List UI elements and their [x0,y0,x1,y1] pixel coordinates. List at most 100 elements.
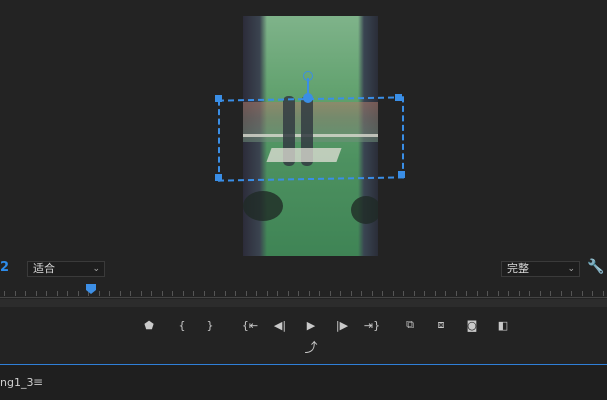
ruler-tick [141,291,142,296]
play-icon: ▶ [306,318,316,332]
ruler-tick [193,291,194,296]
ruler-tick [592,291,593,296]
transform-handle-top-left[interactable] [215,95,222,102]
playhead-timecode[interactable]: 2 [0,260,9,275]
ruler-tick [309,291,310,296]
ruler-tick [466,291,467,296]
ruler-tick [214,291,215,296]
ruler-tick [172,291,173,296]
ruler-tick [529,291,530,296]
mark-out-icon: } [206,318,214,332]
ruler-tick [267,291,268,296]
ruler-tick [435,291,436,296]
ruler-baseline [0,297,607,298]
playback-resolution-dropdown[interactable]: 完整 ⌄ [501,261,580,277]
ruler-tick [235,291,236,296]
ruler-tick [57,291,58,296]
ruler-tick [477,291,478,296]
ruler-tick [36,291,37,296]
export-icon[interactable]: ⤴ [301,338,321,356]
go-to-in-button[interactable]: {⇤ [239,317,261,333]
transform-handle-top-right[interactable] [395,94,402,101]
mark-in-button[interactable]: { [171,317,193,333]
ruler-tick [403,291,404,296]
ruler-tick [246,291,247,296]
chevron-down-icon: ⌄ [92,264,100,274]
add-marker-button[interactable]: ⬟ [138,317,160,333]
ruler-tick [445,291,446,296]
zoom-scrollbar[interactable] [0,299,607,307]
insert-button[interactable]: ⧉ [399,317,421,333]
ruler-tick [319,291,320,296]
ruler-tick [540,291,541,296]
ruler-tick [109,291,110,296]
ruler-tick [67,291,68,296]
ruler-tick [414,291,415,296]
go-to-out-icon: ⇥} [363,318,381,332]
step-forward-button[interactable]: |▶ [331,317,353,333]
ruler-tick [393,291,394,296]
sequence-tab[interactable]: ng1_3 [0,376,33,389]
step-forward-icon: |▶ [335,318,349,332]
comparison-view-button[interactable]: ◧ [492,317,514,333]
frame-shadow-right [351,196,378,224]
ruler-tick [46,291,47,296]
ruler-tick [256,291,257,296]
ruler-tick [151,291,152,296]
ruler-tick [4,291,5,296]
ruler-tick [25,291,26,296]
overwrite-icon: ⧈ [437,318,445,331]
step-back-icon: ◀| [273,318,287,332]
ruler-tick [340,291,341,296]
comparison-icon: ◧ [497,318,509,332]
step-back-button[interactable]: ◀| [269,317,291,333]
anchor-point[interactable] [303,93,313,103]
ruler-tick [78,291,79,296]
zoom-fit-dropdown[interactable]: 适合 ⌄ [27,261,105,277]
camera-icon: ◙ [466,318,478,332]
play-button[interactable]: ▶ [300,317,322,333]
rotation-handle[interactable] [303,71,313,81]
zoom-fit-value: 适合 [33,262,55,275]
playback-resolution-value: 完整 [507,262,529,275]
ruler-tick [351,291,352,296]
mark-in-icon: { [178,318,186,332]
ruler-tick [571,291,572,296]
ruler-tick [382,291,383,296]
ruler-tick [298,291,299,296]
ruler-tick [361,291,362,296]
transform-bounding-box[interactable] [218,96,404,182]
transform-handle-bottom-left[interactable] [215,174,222,181]
ruler-tick [582,291,583,296]
ruler-tick [561,291,562,296]
ruler-tick [487,291,488,296]
ruler-tick [15,291,16,296]
ruler-tick [225,291,226,296]
wrench-icon[interactable]: 🔧 [587,259,604,275]
ruler-tick [424,291,425,296]
ruler-tick [550,291,551,296]
marker-icon: ⬟ [144,318,154,332]
overwrite-button[interactable]: ⧈ [430,317,452,333]
ruler-tick [120,291,121,296]
ruler-tick [99,291,100,296]
ruler-tick [183,291,184,296]
export-frame-camera-button[interactable]: ◙ [461,317,483,333]
go-to-out-button[interactable]: ⇥} [361,317,383,333]
ruler-tick [130,291,131,296]
frame-shadow-left [243,191,283,221]
ruler-tick [288,291,289,296]
mark-out-button[interactable]: } [199,317,221,333]
ruler-tick [603,291,604,296]
go-to-in-icon: {⇤ [241,318,259,332]
ruler-tick [456,291,457,296]
chevron-down-icon: ⌄ [567,264,575,274]
ruler-tick [204,291,205,296]
transform-handle-bottom-right[interactable] [398,171,405,178]
insert-icon: ⧉ [406,318,414,331]
program-monitor [0,0,607,258]
menu-icon[interactable]: ≡ [33,375,43,389]
ruler-tick [519,291,520,296]
ruler-tick [162,291,163,296]
ruler-tick [508,291,509,296]
